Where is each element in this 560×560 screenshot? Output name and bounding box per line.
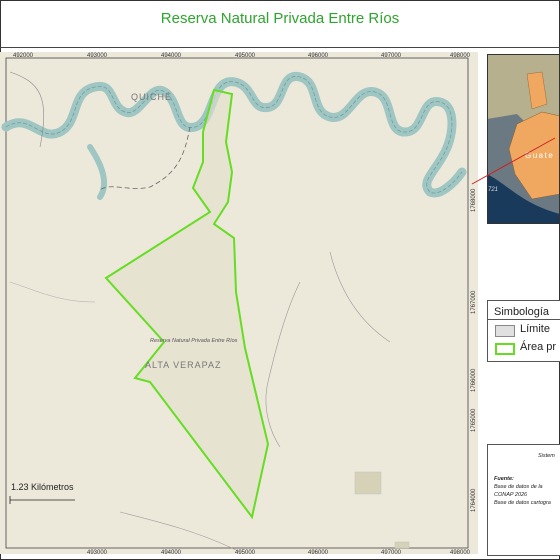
x-coord: 498000	[450, 550, 471, 554]
title-divider	[0, 47, 560, 48]
legend-swatch-limite	[495, 325, 515, 337]
region-label-south: ALTA VERAPAZ	[145, 360, 222, 370]
y-coord: 1767000	[471, 290, 477, 314]
x-coord: 494000	[161, 53, 182, 59]
x-coord: 496000	[308, 53, 329, 59]
legend-swatch-area	[495, 343, 515, 355]
x-coord: 495000	[235, 53, 256, 59]
y-coord: 1766000	[471, 368, 477, 392]
legend-label-area: Área pr	[520, 341, 557, 353]
locator-pointer	[471, 137, 556, 185]
sources-line-1: Base de datos de la	[494, 484, 543, 490]
plot-1	[354, 471, 382, 495]
y-coord: 1764000	[471, 488, 477, 512]
region-label-north: QUICHÉ	[131, 92, 172, 102]
x-coord: 497000	[381, 53, 402, 59]
x-coord: 492000	[13, 53, 34, 59]
x-coord: 493000	[87, 550, 108, 554]
legend-title-divider	[487, 319, 560, 320]
x-coord: 493000	[87, 53, 108, 59]
y-coord: 1768000	[471, 188, 477, 212]
sources-heading: Fuente:	[494, 476, 514, 482]
legend-title: Simbología	[494, 306, 550, 318]
system-label: Sistem	[538, 453, 555, 459]
y-coord: 1765000	[471, 408, 477, 432]
map-title: Reserva Natural Privada Entre Ríos	[160, 10, 400, 27]
plot-2	[394, 541, 410, 549]
reserve-label: Reserva Natural Privada Entre Ríos	[150, 338, 238, 344]
sources-line-2: CONAP 2026	[494, 492, 528, 498]
title-bar: Reserva Natural Privada Entre Ríos	[0, 0, 560, 48]
x-coord: 494000	[161, 550, 182, 554]
scale-label: 1.23 Kilómetros	[11, 482, 74, 492]
legend-label-limite: Límite	[520, 323, 550, 335]
sources-block: Fuente: Base de datos de la CONAP 2026 B…	[494, 475, 551, 507]
main-map[interactable]: QUICHÉ ALTA VERAPAZ Reserva Natural Priv…	[0, 52, 478, 554]
x-coord: 496000	[308, 550, 329, 554]
x-coord: 495000	[235, 550, 256, 554]
sources-line-3: Base de datos cartogra	[494, 500, 551, 506]
x-coord: 497000	[381, 550, 402, 554]
x-coord: 498000	[450, 53, 471, 59]
